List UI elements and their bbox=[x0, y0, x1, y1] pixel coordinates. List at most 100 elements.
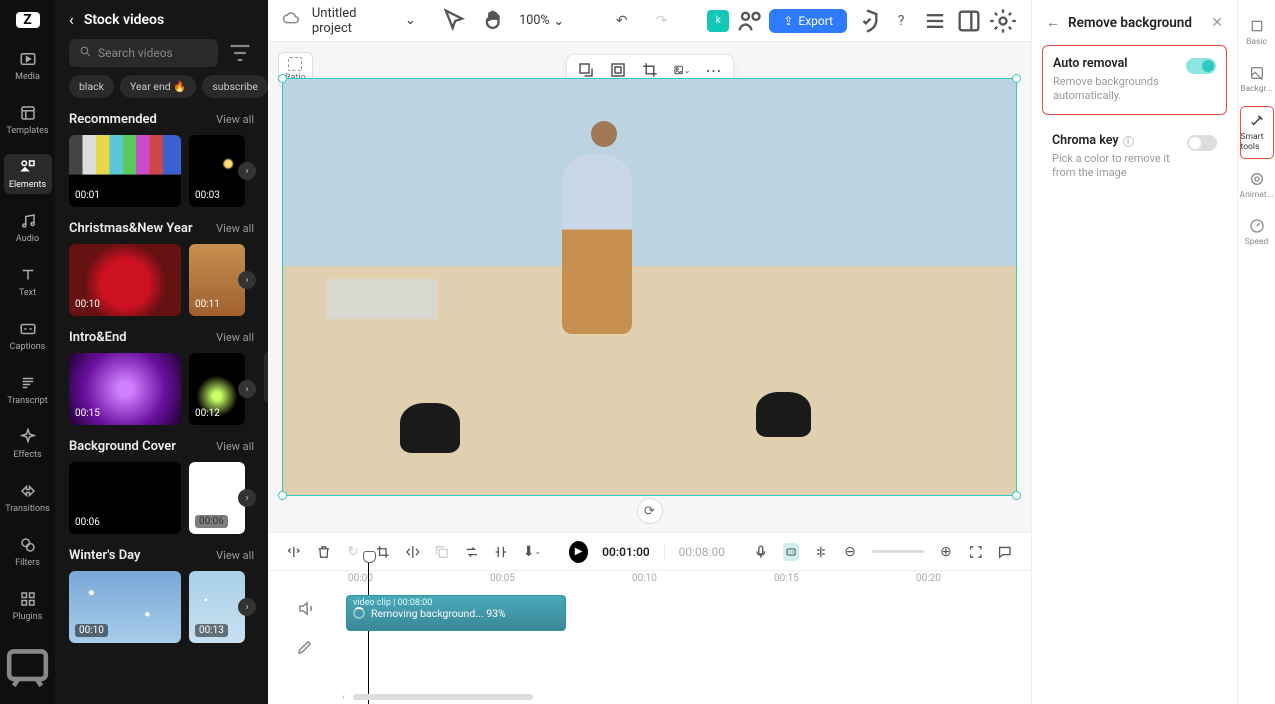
search-input[interactable]: Search videos bbox=[69, 39, 218, 67]
video-thumb[interactable]: 00:12 bbox=[189, 353, 245, 425]
rail-captions[interactable]: Captions bbox=[4, 316, 52, 356]
tag-item[interactable]: subscribe bbox=[202, 75, 268, 98]
auto-removal-toggle[interactable] bbox=[1186, 58, 1216, 74]
split2-icon[interactable] bbox=[493, 543, 509, 561]
image-icon[interactable]: ⌄ bbox=[673, 61, 691, 79]
info-icon[interactable]: i bbox=[1123, 136, 1134, 147]
chroma-key-toggle[interactable] bbox=[1187, 135, 1217, 151]
scroll-right-icon[interactable]: › bbox=[238, 162, 256, 180]
tag-item[interactable]: black bbox=[69, 75, 114, 98]
scroll-right-icon[interactable]: › bbox=[238, 489, 256, 507]
rotate-icon[interactable]: ↻ bbox=[345, 543, 361, 561]
prop-tab-speed[interactable]: Speed bbox=[1240, 212, 1274, 253]
video-thumb[interactable]: 00:10 bbox=[69, 244, 181, 316]
scroll-right-icon[interactable]: › bbox=[238, 598, 256, 616]
export-button[interactable]: ⇪Export bbox=[769, 9, 847, 33]
copy-icon[interactable] bbox=[434, 543, 450, 561]
rail-plugins[interactable]: Plugins bbox=[4, 586, 52, 626]
redo-button[interactable]: ↷ bbox=[648, 7, 676, 35]
video-thumb[interactable]: 00:13 bbox=[189, 571, 245, 643]
rail-feedback[interactable] bbox=[0, 640, 55, 699]
tag-item[interactable]: Year end 🔥 bbox=[120, 75, 196, 98]
mute-track-icon[interactable] bbox=[296, 599, 315, 618]
comment-icon[interactable] bbox=[997, 543, 1013, 561]
help-icon[interactable]: ? bbox=[887, 7, 915, 35]
viewall-link[interactable]: View all bbox=[216, 222, 254, 235]
filter-button[interactable] bbox=[226, 39, 254, 67]
undo-button[interactable]: ↶ bbox=[608, 7, 636, 35]
rail-effects[interactable]: Effects bbox=[4, 424, 52, 464]
resize-handle[interactable] bbox=[278, 74, 287, 83]
fit-icon[interactable] bbox=[609, 61, 627, 79]
crop-icon[interactable] bbox=[641, 61, 659, 79]
prop-tab-basic[interactable]: Basic bbox=[1240, 12, 1274, 53]
video-thumb[interactable]: 00:11 bbox=[189, 244, 245, 316]
shield-icon[interactable] bbox=[853, 7, 881, 35]
canvas[interactable]: Ratio ⌄ ⋯ ⟳ bbox=[268, 42, 1031, 532]
viewall-link[interactable]: View all bbox=[216, 113, 254, 126]
props-back-button[interactable]: ← bbox=[1046, 14, 1060, 31]
close-icon[interactable]: ✕ bbox=[1211, 15, 1223, 31]
mic-icon[interactable] bbox=[753, 543, 769, 561]
tasks-icon[interactable] bbox=[921, 7, 949, 35]
viewall-link[interactable]: View all bbox=[216, 549, 254, 562]
viewall-link[interactable]: View all bbox=[216, 331, 254, 344]
stock-back-button[interactable]: ‹ bbox=[69, 10, 74, 29]
crop-tl-icon[interactable] bbox=[375, 543, 391, 561]
replace-icon[interactable] bbox=[577, 61, 595, 79]
horizontal-scrollbar[interactable]: ‹ bbox=[342, 692, 1021, 702]
rail-templates[interactable]: Templates bbox=[4, 100, 52, 140]
video-thumb[interactable]: 00:01 bbox=[69, 135, 181, 207]
share-button[interactable] bbox=[735, 7, 763, 35]
time-ruler[interactable]: 00:00 00:05 00:10 00:15 00:20 bbox=[342, 571, 1031, 591]
resize-handle[interactable] bbox=[278, 491, 287, 500]
reorder-icon[interactable] bbox=[464, 543, 480, 561]
rail-text[interactable]: Text bbox=[4, 262, 52, 302]
rail-audio[interactable]: Audio bbox=[4, 208, 52, 248]
video-clip[interactable]: video clip | 00:08:00 Removing backgroun… bbox=[346, 595, 566, 631]
prop-tab-background[interactable]: Backgr... bbox=[1240, 59, 1274, 100]
pointer-tool[interactable] bbox=[440, 7, 468, 35]
hand-tool[interactable] bbox=[480, 7, 508, 35]
rail-transitions[interactable]: Transitions bbox=[4, 478, 52, 518]
settings-icon[interactable] bbox=[989, 7, 1017, 35]
video-thumb[interactable]: 00:06 bbox=[189, 462, 245, 534]
rail-elements[interactable]: Elements bbox=[4, 154, 52, 194]
video-thumb[interactable]: 00:06 bbox=[69, 462, 181, 534]
rail-media[interactable]: Media bbox=[4, 46, 52, 86]
zoom-dropdown[interactable]: 100%⌄ bbox=[519, 13, 564, 29]
avatar[interactable]: k bbox=[707, 10, 729, 32]
play-button[interactable]: ▶ bbox=[569, 541, 588, 563]
autocaption-icon[interactable] bbox=[783, 543, 799, 561]
zoomin-icon[interactable]: ⊕ bbox=[938, 543, 954, 561]
video-preview[interactable] bbox=[282, 78, 1017, 496]
viewall-link[interactable]: View all bbox=[216, 440, 254, 453]
download-icon[interactable]: ⬇⌄ bbox=[523, 543, 541, 561]
cloud-icon[interactable] bbox=[282, 10, 300, 32]
refresh-button[interactable]: ⟳ bbox=[637, 498, 663, 524]
resize-handle[interactable] bbox=[1012, 491, 1021, 500]
split-icon[interactable] bbox=[286, 543, 302, 561]
video-thumb[interactable]: 00:10 bbox=[69, 571, 181, 643]
scroll-right-icon[interactable]: › bbox=[238, 380, 256, 398]
track-body[interactable]: 00:00 00:05 00:10 00:15 00:20 video clip… bbox=[342, 571, 1031, 704]
scroll-right-icon[interactable]: › bbox=[238, 271, 256, 289]
project-title[interactable]: Untitled project⌄ bbox=[312, 6, 416, 36]
mirror-icon[interactable] bbox=[405, 543, 421, 561]
prop-tab-smart-tools[interactable]: Smart tools bbox=[1240, 106, 1274, 159]
delete-icon[interactable] bbox=[316, 543, 332, 561]
align-icon[interactable] bbox=[813, 543, 829, 561]
fit-timeline-icon[interactable] bbox=[968, 543, 984, 561]
prop-tab-animation[interactable]: Animat... bbox=[1240, 165, 1274, 206]
resize-handle[interactable] bbox=[1012, 74, 1021, 83]
video-thumb[interactable]: 00:15 bbox=[69, 353, 181, 425]
rail-transcript[interactable]: Transcript bbox=[4, 370, 52, 410]
panels-icon[interactable] bbox=[955, 7, 983, 35]
rail-filters[interactable]: Filters bbox=[4, 532, 52, 572]
more-icon[interactable]: ⋯ bbox=[705, 61, 723, 79]
video-thumb[interactable]: 00:03 bbox=[189, 135, 245, 207]
zoom-slider[interactable] bbox=[872, 550, 924, 553]
zoomout-icon[interactable]: ⊖ bbox=[842, 543, 858, 561]
app-logo[interactable]: Z bbox=[16, 12, 40, 28]
edit-track-icon[interactable] bbox=[296, 638, 314, 656]
